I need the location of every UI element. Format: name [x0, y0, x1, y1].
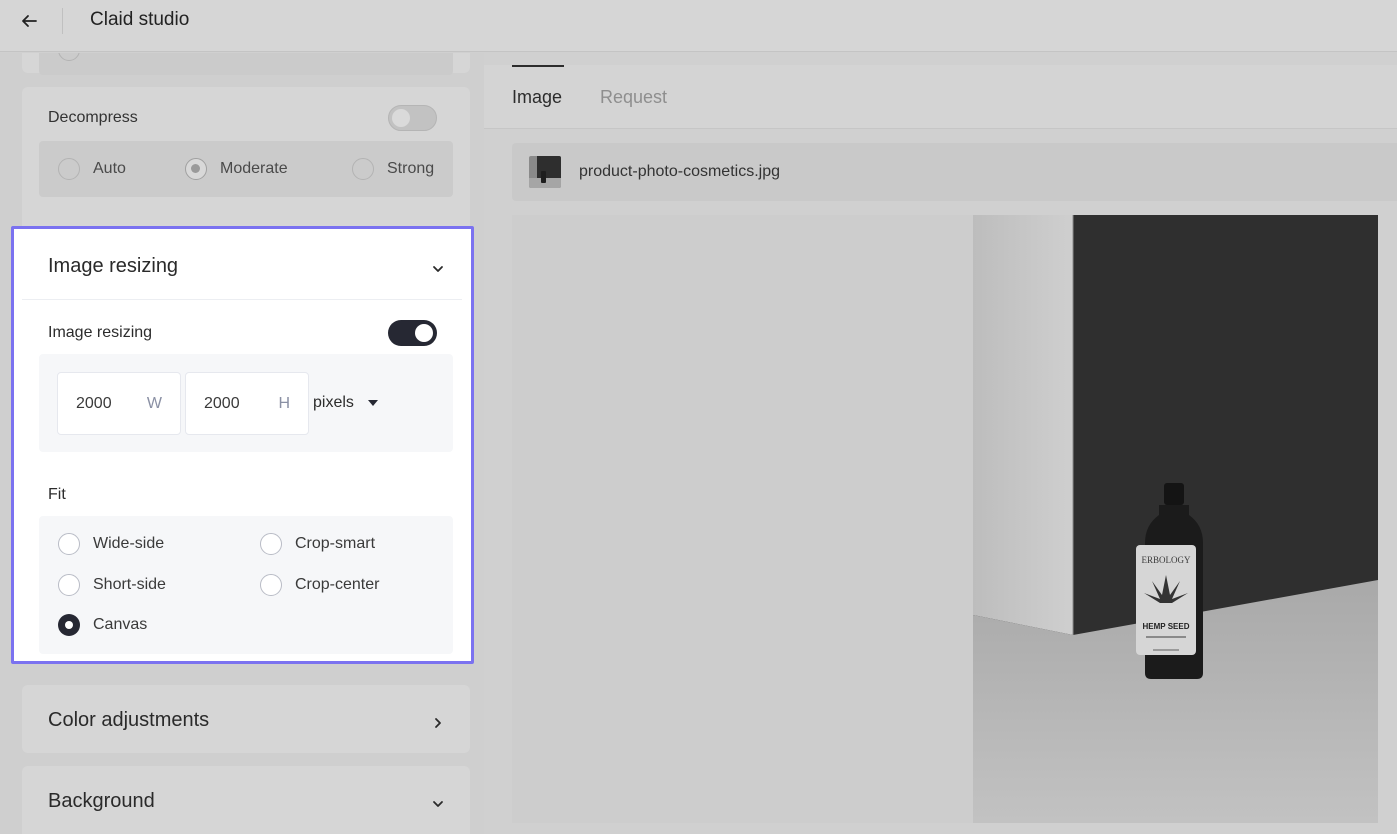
top-bar: Claid studio — [0, 0, 1397, 52]
width-input[interactable]: 2000 W — [57, 372, 181, 435]
option-label: Crop-center — [295, 576, 380, 593]
radio-button — [352, 158, 374, 180]
bottle-product-text: HEMP SEED — [1143, 622, 1190, 631]
fit-label: Fit — [48, 486, 66, 503]
file-row[interactable]: product-photo-cosmetics.jpg — [512, 143, 1397, 201]
app-title: Claid studio — [90, 9, 190, 30]
option-label: Moderate — [220, 160, 288, 177]
fit-option-crop-smart[interactable]: Crop-smart — [260, 533, 375, 555]
decompress-option-moderate[interactable]: Moderate — [185, 158, 288, 180]
preview-area: Image Request product-photo-cosmetics.jp… — [484, 53, 1397, 834]
decompress-options: Auto Moderate Strong — [39, 141, 453, 197]
image-resizing-toggle-label: Image resizing — [48, 324, 153, 341]
thumb-bottle — [541, 171, 546, 183]
decompress-option-strong[interactable]: Strong — [352, 158, 434, 180]
chevron-down-icon[interactable] — [431, 797, 445, 811]
color-adjustments-card[interactable]: Color adjustments — [22, 685, 470, 753]
previous-section-options — [39, 53, 453, 75]
file-thumbnail — [529, 156, 561, 188]
tab-request[interactable]: Request — [600, 87, 667, 108]
fit-option-canvas[interactable]: Canvas — [58, 614, 147, 636]
radio-button — [58, 158, 80, 180]
tab-image[interactable]: Image — [512, 87, 562, 108]
toggle-knob — [415, 324, 433, 342]
file-name: product-photo-cosmetics.jpg — [579, 163, 780, 180]
fit-option-short-side[interactable]: Short-side — [58, 574, 166, 596]
radio-button — [58, 574, 80, 596]
decompress-option-auto[interactable]: Auto — [58, 158, 126, 180]
chevron-down-icon[interactable] — [431, 262, 445, 276]
product-photo: ERBOLOGY HEMP SEED — [973, 215, 1378, 823]
fit-options-panel: Wide-side Crop-smart Short-side Crop-cen… — [39, 516, 453, 654]
previous-section-card — [22, 53, 470, 75]
product-photo-image: ERBOLOGY HEMP SEED — [973, 215, 1378, 823]
preview-tabs: Image Request — [484, 65, 1397, 129]
height-value: 2000 — [204, 394, 240, 412]
fit-option-wide-side[interactable]: Wide-side — [58, 533, 164, 555]
height-unit: H — [278, 394, 290, 412]
radio-button-selected — [58, 614, 80, 636]
units-dropdown[interactable]: pixels — [313, 394, 378, 412]
option-label: Crop-smart — [295, 535, 376, 552]
image-resizing-section[interactable]: Image resizing Image resizing 2000 W 200… — [11, 226, 474, 664]
chevron-right-icon[interactable] — [431, 716, 445, 730]
width-value: 2000 — [76, 394, 112, 412]
radio-button[interactable] — [58, 53, 80, 61]
option-label: Wide-side — [93, 535, 165, 552]
image-resizing-toggle[interactable] — [388, 320, 437, 346]
dimensions-panel: 2000 W 2000 H pixels — [39, 354, 453, 452]
option-label: Short-side — [93, 576, 166, 593]
radio-button — [260, 533, 282, 555]
option-label: Auto — [93, 160, 126, 177]
color-adjustments-title: Color adjustments — [48, 709, 210, 731]
option-label: Strong — [387, 160, 435, 177]
width-unit: W — [146, 394, 162, 412]
arrow-left-icon — [22, 15, 37, 27]
fit-option-crop-center[interactable]: Crop-center — [260, 574, 379, 596]
image-resizing-title: Image resizing — [48, 255, 179, 277]
height-input[interactable]: 2000 H — [185, 372, 309, 435]
active-tab-indicator — [512, 65, 564, 67]
image-preview: ERBOLOGY HEMP SEED — [512, 215, 1378, 823]
units-value: pixels — [313, 394, 354, 411]
radio-button — [58, 533, 80, 555]
decompress-label: Decompress — [48, 109, 138, 126]
decompress-card: Decompress Auto Moderate Strong — [22, 87, 470, 247]
bottle-brand-text: ERBOLOGY — [1142, 555, 1191, 565]
back-button[interactable] — [14, 8, 44, 34]
section-divider — [22, 299, 462, 300]
radio-button-selected — [185, 158, 207, 180]
background-card[interactable]: Background — [22, 766, 470, 834]
option-label: Canvas — [93, 616, 148, 633]
radio-button — [260, 574, 282, 596]
caret-down-icon — [367, 400, 378, 406]
decompress-toggle[interactable] — [388, 105, 437, 131]
divider — [62, 8, 63, 34]
toggle-knob — [392, 109, 410, 127]
background-title: Background — [48, 790, 155, 812]
